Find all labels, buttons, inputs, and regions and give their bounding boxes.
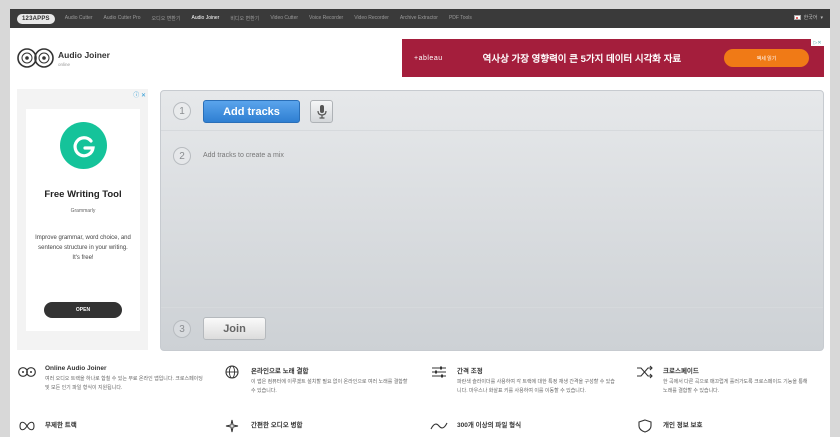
shield-icon — [638, 419, 652, 433]
ad-description: Improve grammar, word choice, and senten… — [35, 235, 131, 261]
tracks-empty-hint: Add tracks to create a mix — [203, 152, 284, 159]
feature-title: 간편한 오디오 병합 — [251, 422, 303, 429]
browser-page: 123APPS Audio Cutter Audio Cutter Pro 오디… — [10, 9, 830, 437]
feature-title: 300개 이상의 파일 형식 — [457, 422, 522, 429]
ad-headline: 역사상 가장 영향력이 큰 5가지 데이터 시각화 자료 — [482, 54, 682, 65]
microphone-icon — [316, 104, 327, 119]
ad-close-icon[interactable]: ▷✕ — [811, 39, 824, 46]
wave-icon — [430, 422, 448, 430]
features-section-2: 무제한 트랙 간편한 오디오 병합 300개 이상의 파일 형식 개인 정보 보… — [18, 419, 824, 433]
top-navigation: 123APPS Audio Cutter Audio Cutter Pro 오디… — [10, 9, 830, 28]
feature-title: 개인 정보 보호 — [663, 422, 703, 429]
feature-description: 여러 오디오 트랙을 하나로 합칠 수 있는 무료 온라인 앱입니다. 크로스페… — [45, 376, 203, 391]
chevron-down-icon: ▾ — [820, 14, 823, 21]
app-title: Audio Joiner — [58, 49, 110, 60]
feature-title: 크로스페이드 — [663, 368, 699, 375]
feature-item: 크로스페이드 한 곡에서 다른 곡으로 매끄럽게 흘러가도록 크로스페이드 기능… — [636, 365, 824, 395]
ad-open-button[interactable]: OPEN — [44, 302, 122, 318]
vinyl-discs-icon — [17, 48, 54, 68]
nav-item-pdf-tools[interactable]: PDF Tools — [449, 15, 472, 22]
nav-item-video-recorder[interactable]: Video Recorder — [354, 15, 389, 22]
ad-info-close-icon[interactable]: ⓘ ✕ — [133, 90, 146, 99]
feature-title: 간격 조정 — [457, 368, 483, 375]
feature-item: 간격 조정 파란색 슬라이더를 사용하여 각 트랙에 대한 특정 재생 간격을 … — [430, 365, 636, 395]
side-ad-card[interactable]: Free Writing Tool Grammarly Improve gram… — [26, 109, 140, 331]
feature-item: Online Audio Joiner 여러 오디오 트랙을 하나로 합칠 수 … — [18, 365, 224, 395]
feature-item: 간편한 오디오 병합 — [224, 419, 430, 433]
nav-item-audio-joiner[interactable]: Audio Joiner — [192, 15, 220, 22]
feature-description: 파란색 슬라이더를 사용하여 각 트랙에 대한 특정 재생 간격을 구성할 수 … — [457, 379, 615, 394]
language-label: 한국어 — [803, 15, 818, 21]
globe-icon — [225, 365, 239, 379]
language-selector[interactable]: 한국어 ▾ — [793, 14, 823, 21]
step-join: 3 Join — [161, 307, 823, 350]
ad-cta-button[interactable]: 액세 읽기 — [724, 49, 809, 67]
join-button[interactable]: Join — [203, 317, 266, 340]
nav-item-video-cutter[interactable]: Video Cutter — [270, 15, 298, 22]
feature-item: 온라인으로 노래 결합 이 앱은 컴퓨터에 이루겠트 설치할 필요 없이 온라인… — [224, 365, 430, 395]
flag-icon — [793, 15, 801, 20]
step-number-2: 2 — [173, 147, 191, 165]
feature-title: 무제한 트랙 — [45, 422, 77, 429]
infinity-icon — [19, 421, 35, 431]
ad-title: Free Writing Tool — [44, 189, 122, 200]
nav-items: Audio Cutter Audio Cutter Pro 오디오 변환기 Au… — [65, 15, 483, 22]
nav-item-audio-converter[interactable]: 오디오 변환기 — [152, 15, 181, 22]
feature-title: Online Audio Joiner — [45, 365, 107, 372]
feature-description: 한 곡에서 다른 곡으로 매끄럽게 흘러가도록 크로스페이드 기능을 통해 노래… — [663, 379, 808, 394]
features-section: Online Audio Joiner 여러 오디오 트랙을 하나로 합칠 수 … — [18, 365, 824, 395]
nav-item-audio-cutter-pro[interactable]: Audio Cutter Pro — [104, 15, 141, 22]
joiner-panel: 1 Add tracks 2 Add tracks to create a mi… — [160, 90, 824, 351]
brand-logo[interactable]: 123APPS — [17, 13, 55, 24]
top-banner-ad[interactable]: +ableau 역사상 가장 영향력이 큰 5가지 데이터 시각화 자료 액세 … — [402, 39, 824, 77]
nav-item-audio-cutter[interactable]: Audio Cutter — [65, 15, 93, 22]
add-tracks-button[interactable]: Add tracks — [203, 100, 300, 123]
grammarly-g-icon — [72, 135, 95, 157]
feature-item: 무제한 트랙 — [18, 419, 224, 433]
app-subtitle: online — [58, 61, 71, 67]
sparkle-icon — [225, 419, 239, 433]
ad-advertiser: Grammarly — [70, 208, 96, 214]
disc-icon — [18, 367, 36, 377]
step-number-1: 1 — [173, 102, 191, 120]
side-ad: ⓘ ✕ Free Writing Tool Grammarly Improve … — [17, 89, 148, 350]
feature-description: 이 앱은 컴퓨터에 이루겠트 설치할 필요 없이 온라인으로 여러 노래를 결합… — [251, 379, 408, 394]
shuffle-icon — [637, 365, 653, 379]
ad-brand: +ableau — [414, 54, 443, 62]
nav-item-video-converter[interactable]: 비디오 변환기 — [230, 15, 259, 22]
feature-item: 300개 이상의 파일 형식 — [430, 419, 636, 433]
record-microphone-button[interactable] — [310, 100, 333, 123]
nav-item-voice-recorder[interactable]: Voice Recorder — [309, 15, 343, 22]
nav-item-archive-extractor[interactable]: Archive Extractor — [400, 15, 438, 22]
grammarly-logo-icon — [60, 122, 107, 169]
feature-item: 개인 정보 보호 — [636, 419, 824, 433]
step-number-3: 3 — [173, 320, 191, 338]
step-add-tracks: 1 Add tracks — [161, 91, 823, 131]
feature-title: 온라인으로 노래 결합 — [251, 368, 309, 375]
sliders-icon — [432, 366, 446, 378]
app-logo[interactable]: Audio Joiner online — [17, 48, 110, 68]
